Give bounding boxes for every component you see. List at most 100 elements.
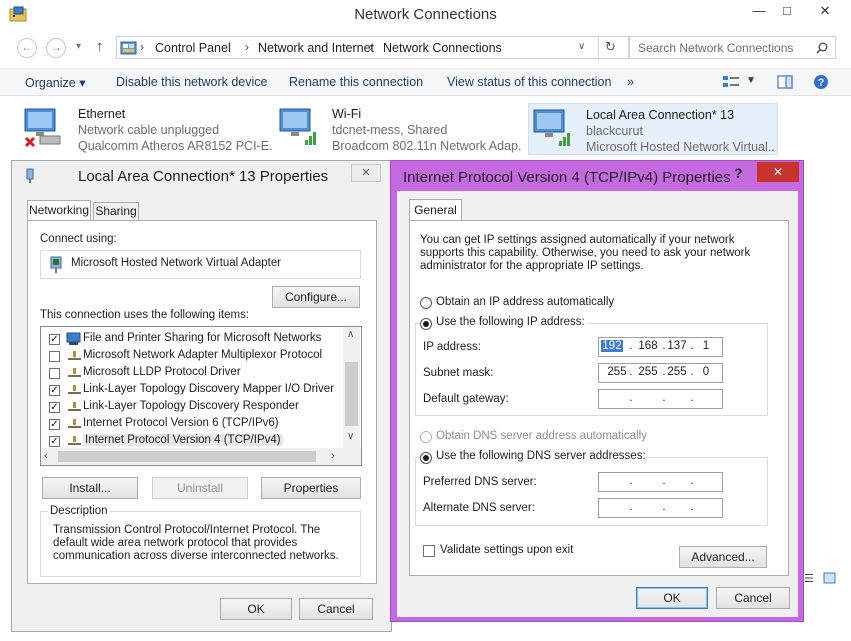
- maximize-button[interactable]: □: [771, 0, 803, 24]
- mask-octet-2[interactable]: 255: [635, 366, 661, 378]
- help-button[interactable]: ?: [734, 165, 743, 181]
- preview-pane-icon[interactable]: [777, 75, 793, 89]
- obtain-ip-auto-label[interactable]: Obtain an IP address automatically: [436, 296, 614, 308]
- mask-octet-3[interactable]: 255: [664, 366, 690, 378]
- list-item[interactable]: ✓ Link-Layer Topology Discovery Responde…: [47, 399, 337, 416]
- tab-general[interactable]: General: [409, 199, 462, 221]
- advanced-button[interactable]: Advanced...: [679, 546, 767, 568]
- tab-sharing[interactable]: Sharing: [93, 202, 139, 221]
- address-dropdown-icon[interactable]: ∨: [578, 41, 585, 52]
- large-icons-view-icon[interactable]: [823, 572, 836, 584]
- address-bar: ← → ▾ ↑ › Control Panel › Network and In…: [8, 35, 843, 63]
- connection-wifi[interactable]: Wi-Fi tdcnet-mess, Shared Broadcom 802.1…: [275, 103, 525, 155]
- list-item[interactable]: ✓ Internet Protocol Version 6 (TCP/IPv6): [47, 416, 337, 433]
- use-following-dns-label[interactable]: Use the following DNS server addresses:: [434, 450, 648, 462]
- obtain-dns-auto-radio[interactable]: [420, 431, 432, 443]
- component-checkbox[interactable]: ✓: [49, 402, 60, 413]
- scroll-thumb[interactable]: [345, 362, 358, 426]
- use-following-dns-radio[interactable]: [420, 452, 432, 464]
- ipv4-intro-text: You can get IP settings assigned automat…: [420, 234, 751, 272]
- install-button[interactable]: Install...: [42, 477, 138, 499]
- horizontal-scrollbar[interactable]: ‹ ›: [41, 448, 361, 465]
- rename-connection-command[interactable]: Rename this connection: [289, 75, 423, 89]
- ip-dot: .: [690, 501, 694, 513]
- organize-menu[interactable]: Organize ▾: [25, 75, 85, 90]
- properties-ok-button[interactable]: OK: [220, 598, 292, 620]
- ip-octet-1-selected[interactable]: 192: [601, 340, 623, 352]
- item-properties-button[interactable]: Properties: [261, 477, 361, 499]
- validate-checkbox[interactable]: [423, 545, 435, 557]
- component-checkbox[interactable]: ✓: [49, 385, 60, 396]
- view-options-dropdown-icon[interactable]: ▼: [746, 75, 756, 86]
- component-checkbox[interactable]: [49, 368, 60, 379]
- more-commands-chevron[interactable]: »: [627, 75, 634, 89]
- subnet-mask-field[interactable]: 255 . 255 . 255 . 0: [598, 363, 723, 383]
- mask-octet-1[interactable]: 255: [604, 366, 630, 378]
- connection-ethernet[interactable]: Ethernet Network cable unplugged Qualcom…: [20, 103, 275, 155]
- component-checkbox[interactable]: [49, 351, 60, 362]
- properties-titlebar: Local Area Connection* 13 Properties ✕: [12, 161, 391, 191]
- protocol-icon: [68, 436, 81, 445]
- configure-button[interactable]: Configure...: [272, 286, 360, 308]
- ipv4-cancel-button[interactable]: Cancel: [716, 587, 790, 609]
- scroll-down-icon[interactable]: ∨: [347, 431, 354, 442]
- recent-locations-icon[interactable]: ▾: [76, 41, 81, 52]
- tab-networking[interactable]: Networking: [27, 200, 91, 221]
- breadcrumb-control-panel[interactable]: Control Panel: [155, 41, 231, 55]
- list-item[interactable]: Microsoft LLDP Protocol Driver: [47, 365, 337, 382]
- obtain-dns-auto-label[interactable]: Obtain DNS server address automatically: [436, 430, 647, 442]
- breadcrumb-network-internet[interactable]: Network and Internet: [258, 41, 374, 55]
- search-icon[interactable]: [816, 42, 828, 54]
- help-icon[interactable]: ?: [813, 74, 829, 90]
- details-view-icon[interactable]: ☰: [804, 572, 814, 585]
- preferred-dns-field[interactable]: . . .: [598, 472, 723, 492]
- ip-dot: .: [662, 501, 666, 513]
- view-status-command[interactable]: View status of this connection: [447, 75, 611, 89]
- forward-button[interactable]: →: [46, 38, 66, 58]
- up-arrow-icon[interactable]: ↑: [96, 38, 104, 55]
- disable-device-command[interactable]: Disable this network device: [116, 75, 267, 89]
- scroll-left-icon[interactable]: ‹: [44, 450, 48, 462]
- ipv4-close-button[interactable]: ✕: [757, 162, 799, 182]
- back-button[interactable]: ←: [17, 38, 37, 58]
- mask-octet-4[interactable]: 0: [693, 366, 719, 378]
- properties-close-button[interactable]: ✕: [351, 164, 381, 182]
- components-list[interactable]: ✓ File and Printer Sharing for Microsoft…: [40, 326, 362, 466]
- list-item[interactable]: ✓ File and Printer Sharing for Microsoft…: [47, 331, 337, 348]
- use-following-ip-radio[interactable]: [420, 318, 432, 330]
- search-input[interactable]: Search Network Connections: [629, 36, 836, 59]
- connection-local-area-13[interactable]: Local Area Connection* 13 blackcurut Mic…: [528, 103, 778, 155]
- ip-octet-2[interactable]: 168: [635, 340, 661, 352]
- change-view-icon[interactable]: [722, 75, 740, 89]
- alternate-dns-field[interactable]: . . .: [598, 498, 723, 518]
- obtain-ip-auto-radio[interactable]: [420, 297, 432, 309]
- ip-address-field[interactable]: 192 . 168 . 137 . 1: [598, 337, 723, 357]
- uninstall-button[interactable]: Uninstall: [152, 477, 248, 499]
- vertical-scrollbar[interactable]: ∧ ∨: [343, 327, 360, 448]
- search-placeholder: Search Network Connections: [638, 41, 794, 55]
- scroll-thumb[interactable]: [58, 451, 316, 462]
- component-checkbox[interactable]: ✓: [49, 334, 60, 345]
- properties-cancel-button[interactable]: Cancel: [299, 598, 373, 620]
- ipv4-ok-button[interactable]: OK: [636, 587, 708, 609]
- address-box[interactable]: › Control Panel › Network and Internet ›…: [116, 36, 629, 59]
- ip-octet-3[interactable]: 137: [664, 340, 690, 352]
- component-checkbox[interactable]: ✓: [49, 419, 60, 430]
- ip-dot: .: [690, 392, 694, 404]
- ip-octet-4[interactable]: 1: [693, 340, 719, 352]
- list-item[interactable]: ✓ Link-Layer Topology Discovery Mapper I…: [47, 382, 337, 399]
- component-checkbox[interactable]: ✓: [49, 436, 60, 447]
- close-button[interactable]: ✕: [803, 0, 847, 24]
- printer-sharing-icon: [66, 332, 81, 345]
- adapter-name: Microsoft Hosted Network Virtual Adapter: [71, 257, 282, 269]
- default-gateway-field[interactable]: . . .: [598, 389, 723, 409]
- scroll-up-icon[interactable]: ∧: [347, 329, 354, 340]
- validate-label[interactable]: Validate settings upon exit: [440, 544, 573, 556]
- breadcrumb-separator-icon: ›: [245, 40, 249, 54]
- scroll-right-icon[interactable]: ›: [331, 450, 335, 462]
- refresh-icon[interactable]: ↻: [605, 39, 616, 55]
- list-item[interactable]: Microsoft Network Adapter Multiplexor Pr…: [47, 348, 337, 365]
- ip-dot: .: [662, 475, 666, 487]
- breadcrumb-network-connections[interactable]: Network Connections: [383, 41, 502, 55]
- use-following-ip-label[interactable]: Use the following IP address:: [434, 316, 587, 328]
